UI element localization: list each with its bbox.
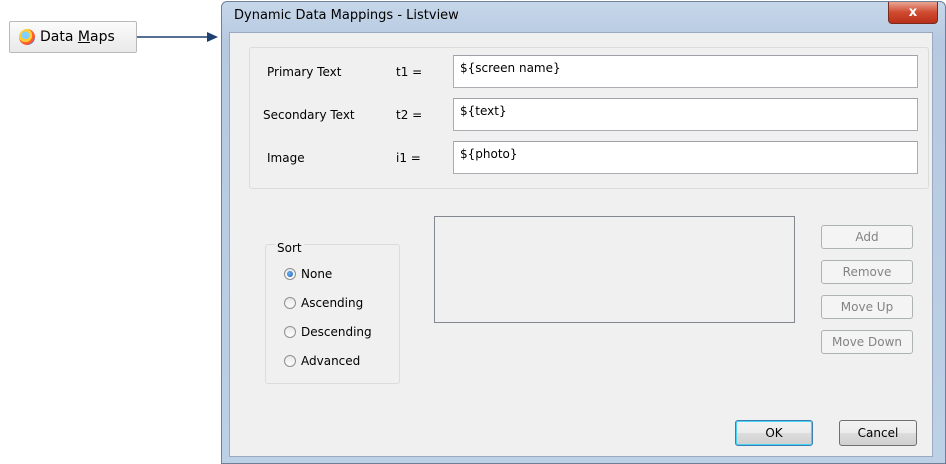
secondary-text-label: Secondary Text bbox=[263, 108, 355, 122]
t1-variable: t1 = bbox=[396, 65, 423, 79]
primary-text-label: Primary Text bbox=[267, 65, 342, 79]
image-row: Image i1 = ${photo} bbox=[250, 141, 928, 175]
dynamic-data-mappings-dialog: Dynamic Data Mappings - Listview x Prima… bbox=[221, 1, 946, 464]
sort-option-label: None bbox=[301, 267, 333, 281]
secondary-text-row: Secondary Text t2 = ${text} bbox=[250, 98, 928, 132]
radio-unchecked-icon[interactable] bbox=[284, 297, 296, 309]
move-down-button[interactable]: Move Down bbox=[821, 330, 913, 354]
sort-option-label: Ascending bbox=[301, 296, 364, 310]
close-button[interactable]: x bbox=[888, 2, 938, 24]
radio-checked-icon[interactable] bbox=[284, 268, 296, 280]
primary-text-row: Primary Text t1 = ${screen name} bbox=[250, 55, 928, 89]
move-up-button[interactable]: Move Up bbox=[821, 295, 913, 319]
image-input[interactable]: ${photo} bbox=[453, 141, 918, 174]
sort-option-none[interactable]: None bbox=[284, 267, 332, 281]
add-button[interactable]: Add bbox=[821, 225, 913, 249]
mappings-group: Primary Text t1 = ${screen name} Seconda… bbox=[249, 47, 929, 189]
dialog-title: Dynamic Data Mappings - Listview bbox=[234, 8, 459, 23]
i1-variable: i1 = bbox=[396, 151, 421, 165]
secondary-text-input[interactable]: ${text} bbox=[453, 98, 918, 131]
radio-unchecked-icon[interactable] bbox=[284, 355, 296, 367]
sort-option-descending[interactable]: Descending bbox=[284, 325, 372, 339]
ok-button[interactable]: OK bbox=[735, 420, 813, 446]
sort-option-advanced[interactable]: Advanced bbox=[284, 354, 360, 368]
t2-variable: t2 = bbox=[396, 108, 423, 122]
sort-group: Sort None Ascending Descending Advanced bbox=[265, 241, 400, 384]
sort-legend: Sort bbox=[275, 241, 304, 255]
radio-unchecked-icon[interactable] bbox=[284, 326, 296, 338]
sort-option-label: Advanced bbox=[301, 354, 361, 368]
remove-button[interactable]: Remove bbox=[821, 260, 913, 284]
sort-option-label: Descending bbox=[301, 325, 372, 339]
title-bar: Dynamic Data Mappings - Listview x bbox=[222, 2, 945, 30]
close-icon: x bbox=[908, 5, 918, 20]
dialog-client-area: Primary Text t1 = ${screen name} Seconda… bbox=[229, 32, 933, 457]
mappings-listbox[interactable] bbox=[434, 216, 795, 323]
sort-option-ascending[interactable]: Ascending bbox=[284, 296, 363, 310]
primary-text-input[interactable]: ${screen name} bbox=[453, 55, 918, 88]
image-label: Image bbox=[267, 151, 305, 165]
cancel-button[interactable]: Cancel bbox=[839, 420, 917, 446]
